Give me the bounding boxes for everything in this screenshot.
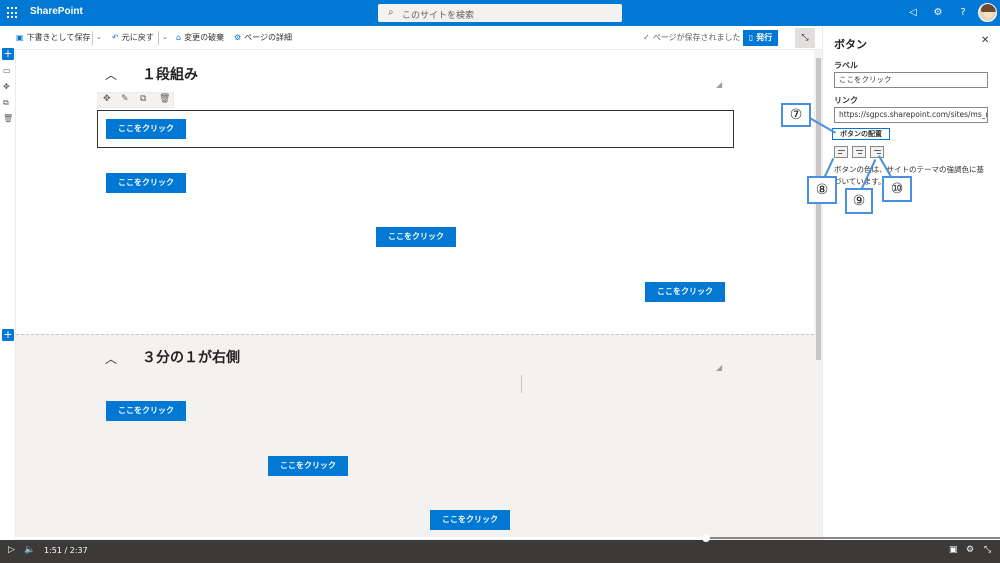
callout-7: ⑦	[781, 103, 811, 127]
callout-9: ⑨	[845, 188, 873, 214]
search-icon: ⌕	[388, 7, 394, 18]
edit-pencil-icon[interactable]: ✎	[121, 94, 129, 104]
chevron-down-icon[interactable]: ⌄	[96, 33, 102, 41]
webpart-left-toolbar	[0, 50, 16, 540]
help-icon[interactable]: ?	[956, 6, 970, 20]
duplicate-icon[interactable]: ⧉	[140, 94, 146, 104]
video-scrubber-handle[interactable]	[702, 534, 710, 542]
discard-changes-button[interactable]: ⌂ 変更の破棄	[176, 32, 224, 43]
link-heading: リンク	[834, 96, 858, 105]
avatar[interactable]	[978, 3, 997, 22]
video-time: 1:51 / 2:37	[44, 546, 88, 555]
separator	[92, 31, 93, 45]
pane-title: ボタン	[834, 38, 867, 51]
publish-icon: ▯	[748, 33, 754, 42]
save-icon: ▣	[16, 33, 24, 42]
app-launcher-icon[interactable]	[7, 7, 19, 19]
section-two-thirds-right	[16, 334, 814, 540]
collapse-icon[interactable]: ⤡	[795, 28, 815, 48]
gear-icon: ⚙	[234, 33, 242, 42]
label-heading: ラベル	[834, 61, 858, 70]
chevron-down-icon[interactable]: ⌄	[162, 33, 168, 41]
close-icon[interactable]: ✕	[981, 35, 989, 46]
avatar-hair	[981, 4, 996, 12]
save-draft-button[interactable]: ▣ 下書きとして保存	[16, 32, 90, 43]
search-placeholder: このサイトを検索	[402, 11, 475, 21]
save-status: ✓ ページが保存されました	[643, 32, 741, 43]
duplicate-icon[interactable]: ⧉	[3, 98, 9, 108]
app-name[interactable]: SharePoint	[30, 6, 83, 17]
comment-icon[interactable]: ▭	[3, 66, 11, 75]
alignment-heading: ボタンの配置	[832, 128, 890, 140]
collapse-chevron-up-icon[interactable]: ︿	[105, 66, 117, 83]
align-center-icon[interactable]	[852, 146, 866, 158]
move-icon[interactable]: ✥	[3, 82, 10, 91]
button-webpart[interactable]: ここをクリック	[106, 119, 186, 139]
resize-handle-icon[interactable]: ◢	[716, 363, 722, 372]
button-webpart[interactable]: ここをクリック	[106, 173, 186, 193]
add-section-plus-icon[interactable]: +	[2, 48, 14, 60]
video-progress-fill	[0, 537, 706, 539]
discard-icon: ⌂	[176, 33, 182, 42]
publish-button[interactable]: ▯ 発行	[743, 30, 778, 46]
settings-gear-icon[interactable]: ⚙	[931, 6, 945, 20]
video-controls	[0, 540, 1000, 563]
checkmark-icon: ✓	[643, 33, 650, 42]
move-icon[interactable]: ✥	[103, 94, 111, 104]
megaphone-icon[interactable]: ◁	[906, 6, 920, 20]
separator	[158, 31, 159, 45]
play-icon[interactable]: ▷	[8, 545, 15, 555]
settings-gear-icon[interactable]: ⚙	[966, 545, 974, 555]
column-divider	[521, 375, 522, 393]
callout-10: ⑩	[882, 176, 912, 202]
delete-icon[interactable]: 🗑	[3, 114, 13, 123]
resize-handle-icon[interactable]: ◢	[716, 80, 722, 89]
publish-label: 発行	[756, 33, 773, 42]
align-left-icon[interactable]	[834, 146, 848, 158]
selected-webpart-frame[interactable]	[97, 110, 734, 148]
link-field[interactable]: https://sgpcs.sharepoint.com/sites/ms_na…	[834, 107, 988, 123]
fullscreen-exit-icon[interactable]: ⤡	[984, 545, 991, 555]
section-title[interactable]: ３分の１が右側	[142, 347, 240, 367]
scrollbar-thumb[interactable]	[816, 58, 821, 360]
undo-icon: ↶	[112, 33, 119, 42]
callout-8: ⑧	[807, 176, 837, 204]
webpart-toolbar: ✥ ✎ ⧉ 🗑	[97, 92, 174, 108]
collapse-chevron-up-icon[interactable]: ︿	[105, 350, 117, 367]
label-field[interactable]: ここをクリック	[834, 72, 988, 88]
discard-label: 変更の破棄	[184, 33, 225, 42]
section-title[interactable]: １段組み	[142, 64, 198, 84]
button-webpart[interactable]: ここをクリック	[376, 227, 456, 247]
volume-icon[interactable]: 🔈	[24, 545, 35, 555]
delete-icon[interactable]: 🗑	[159, 94, 170, 104]
button-webpart[interactable]: ここをクリック	[106, 401, 186, 421]
save-draft-label: 下書きとして保存	[26, 33, 91, 42]
add-section-plus-icon[interactable]: +	[2, 329, 14, 341]
button-webpart[interactable]: ここをクリック	[430, 510, 510, 530]
captions-icon[interactable]: ▣	[949, 545, 958, 555]
undo-label: 元に戻す	[121, 33, 154, 42]
page-details-button[interactable]: ⚙ ページの詳細	[234, 32, 292, 43]
save-status-label: ページが保存されました	[652, 33, 741, 42]
button-webpart[interactable]: ここをクリック	[645, 282, 725, 302]
undo-button[interactable]: ↶ 元に戻す	[112, 32, 154, 43]
search-input[interactable]: ⌕ このサイトを検索	[378, 4, 622, 22]
page-details-label: ページの詳細	[244, 33, 293, 42]
button-webpart[interactable]: ここをクリック	[268, 456, 348, 476]
